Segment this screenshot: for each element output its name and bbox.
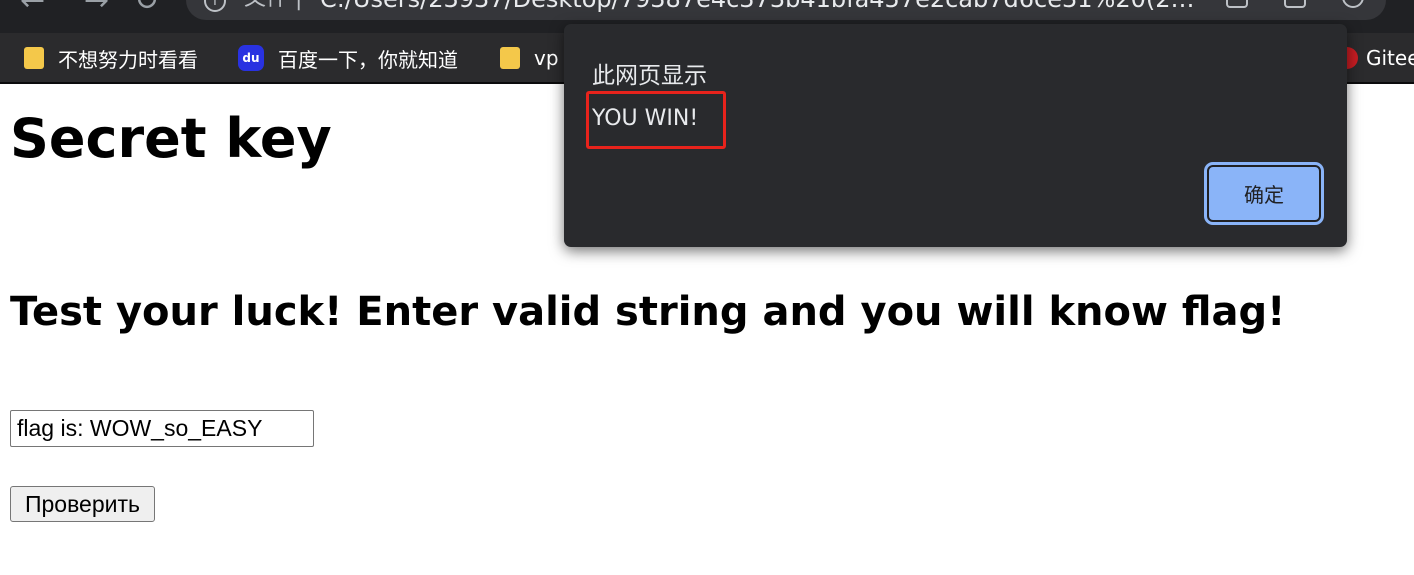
address-url[interactable]: C:/Users/23937/Desktop/79387e4c373b41bfa… [320,0,1200,14]
bookmark-item[interactable]: vp [500,33,559,82]
bookmark-star-icon[interactable] [1342,0,1364,8]
alert-dialog: 此网页显示 YOU WIN! 确定 [564,24,1347,247]
page-title: Secret key [10,107,332,170]
baidu-icon: du [238,45,264,71]
check-button[interactable]: Проверить [10,486,155,522]
reload-icon[interactable]: ↻ [134,0,159,16]
dialog-title: 此网页显示 [592,63,707,89]
bookmark-label: 不想努力时看看 [58,47,198,72]
ok-button[interactable]: 确定 [1207,165,1321,222]
page-subtitle: Test your luck! Enter valid string and y… [10,289,1286,335]
bookmark-label: 百度一下，你就知道 [278,47,458,72]
bookmark-label: Gitee [1366,46,1414,70]
back-icon[interactable]: ← [20,0,45,16]
info-icon[interactable]: i [204,0,226,12]
bookmark-item[interactable]: Gitee [1336,33,1414,82]
security-label: 文件 | [244,0,302,14]
bookmark-item[interactable]: 不想努力时看看 [24,33,198,82]
forward-icon[interactable]: → [84,0,109,16]
flag-input[interactable] [10,410,314,447]
folder-icon [24,47,44,69]
highlight-box [586,91,726,149]
share-icon[interactable] [1284,0,1306,8]
bookmark-item[interactable]: du 百度一下，你就知道 [238,33,458,82]
folder-icon [500,47,520,69]
translate-icon[interactable] [1226,0,1248,8]
bookmark-label: vp [534,46,559,70]
address-bar[interactable]: i 文件 | C:/Users/23937/Desktop/79387e4c37… [186,0,1386,20]
